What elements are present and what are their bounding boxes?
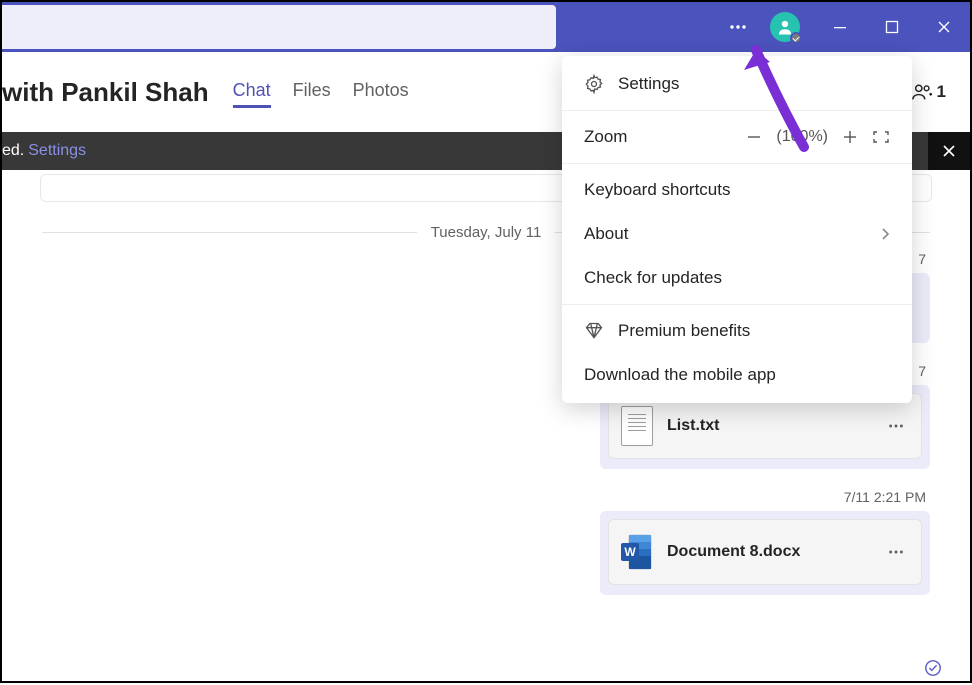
minimize-icon: [833, 20, 847, 34]
settings-menu: Settings Zoom (100%) Keyboard shortcuts …: [562, 56, 912, 403]
sent-indicator: [924, 659, 942, 677]
ellipsis-icon: [728, 17, 748, 37]
message-timestamp: 7: [918, 251, 926, 267]
menu-label: Settings: [618, 74, 679, 94]
chevron-right-icon: [880, 227, 890, 241]
user-avatar[interactable]: [770, 12, 800, 42]
menu-keyboard-shortcuts[interactable]: Keyboard shortcuts: [562, 168, 912, 212]
message-timestamp: 7: [918, 363, 926, 379]
menu-label: Download the mobile app: [584, 365, 776, 385]
fullscreen-icon: [872, 130, 890, 144]
tab-files[interactable]: Files: [293, 76, 331, 108]
text-file-icon: [621, 406, 653, 446]
menu-zoom: Zoom (100%): [562, 115, 912, 159]
gear-icon: [584, 74, 604, 94]
title-bar: [2, 2, 970, 52]
presence-badge: [790, 32, 802, 44]
menu-about[interactable]: About: [562, 212, 912, 256]
file-name: List.txt: [667, 417, 869, 435]
file-attachment[interactable]: W Document 8.docx: [608, 519, 922, 585]
close-window-button[interactable]: [918, 2, 970, 52]
ellipsis-icon: [887, 543, 905, 561]
close-icon: [942, 144, 956, 158]
notification-close-button[interactable]: [928, 132, 970, 170]
chat-title: with Pankil Shah: [2, 77, 209, 108]
notification-text: ed.: [2, 142, 24, 160]
participants-count: 1: [937, 82, 946, 102]
minus-icon: [746, 129, 762, 145]
menu-download-mobile[interactable]: Download the mobile app: [562, 353, 912, 397]
maximize-icon: [885, 20, 899, 34]
tab-photos[interactable]: Photos: [353, 76, 409, 108]
maximize-button[interactable]: [866, 2, 918, 52]
file-more-button[interactable]: [883, 417, 909, 435]
menu-check-updates[interactable]: Check for updates: [562, 256, 912, 300]
checkmark-circle-icon: [924, 659, 942, 677]
people-add-icon: [911, 81, 933, 103]
menu-settings[interactable]: Settings: [562, 62, 912, 106]
more-options-button[interactable]: [712, 2, 764, 52]
menu-separator: [562, 304, 912, 305]
plus-icon: [842, 129, 858, 145]
menu-label: About: [584, 224, 628, 244]
menu-separator: [562, 110, 912, 111]
menu-label: Keyboard shortcuts: [584, 180, 730, 200]
menu-label: Zoom: [584, 127, 627, 147]
menu-label: Premium benefits: [618, 321, 750, 341]
menu-premium[interactable]: Premium benefits: [562, 309, 912, 353]
notification-settings-link[interactable]: Settings: [28, 142, 86, 160]
message-timestamp: 7/11 2:21 PM: [844, 489, 926, 505]
date-separator-text: Tuesday, July 11: [417, 224, 556, 241]
fullscreen-button[interactable]: [872, 130, 890, 144]
close-icon: [937, 20, 951, 34]
minimize-button[interactable]: [814, 2, 866, 52]
message-bubble[interactable]: W Document 8.docx: [600, 511, 930, 595]
message-group: 7/11 2:21 PM W Document 8.docx: [42, 489, 930, 595]
participants-button[interactable]: 1: [911, 81, 946, 103]
menu-label: Check for updates: [584, 268, 722, 288]
word-file-icon: W: [621, 532, 653, 572]
svg-text:W: W: [624, 545, 636, 559]
zoom-value: (100%): [776, 128, 828, 146]
file-name: Document 8.docx: [667, 543, 869, 561]
file-more-button[interactable]: [883, 543, 909, 561]
zoom-out-button[interactable]: [746, 129, 762, 145]
ellipsis-icon: [887, 417, 905, 435]
menu-separator: [562, 163, 912, 164]
search-box[interactable]: [2, 5, 556, 49]
zoom-in-button[interactable]: [842, 129, 858, 145]
tab-strip: Chat Files Photos: [233, 76, 409, 108]
diamond-icon: [584, 321, 604, 341]
tab-chat[interactable]: Chat: [233, 76, 271, 108]
